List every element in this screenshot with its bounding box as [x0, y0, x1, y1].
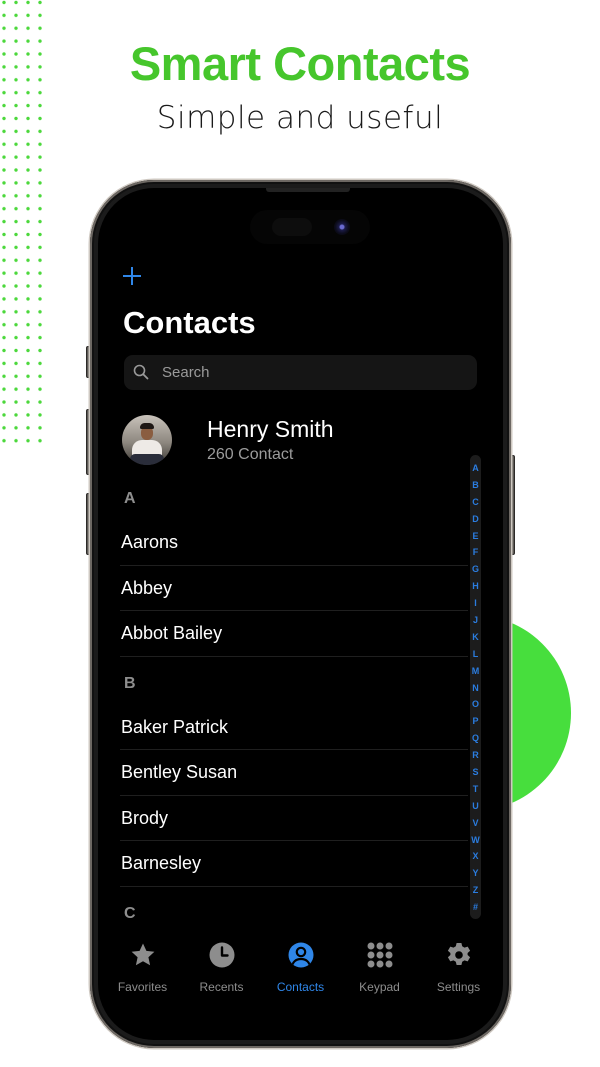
- index-letter[interactable]: M: [472, 663, 480, 680]
- index-letter[interactable]: Y: [472, 865, 478, 882]
- index-letter[interactable]: K: [472, 629, 479, 646]
- section-header-a: A: [124, 490, 136, 507]
- person-circle-icon: [288, 942, 313, 968]
- star-icon: [131, 943, 154, 966]
- index-letter[interactable]: H: [472, 578, 479, 595]
- index-letter[interactable]: P: [472, 713, 478, 730]
- section-header-b: B: [124, 674, 136, 692]
- list-item[interactable]: Barnesley: [120, 841, 468, 887]
- index-letter[interactable]: #: [473, 899, 478, 916]
- tab-settings[interactable]: Settings: [419, 936, 498, 1006]
- index-letter[interactable]: E: [472, 528, 478, 545]
- list-item[interactable]: Aarons: [120, 520, 468, 566]
- front-camera-icon: [334, 219, 350, 235]
- my-profile-card[interactable]: Henry Smith 260 Contact: [120, 413, 460, 469]
- index-letter[interactable]: Q: [472, 730, 479, 747]
- list-item[interactable]: Baker Patrick: [120, 705, 468, 750]
- index-letter[interactable]: J: [473, 612, 478, 629]
- contact-list: A Aarons Abbey Abbot Bailey B Baker Patr…: [120, 484, 468, 935]
- index-letter[interactable]: I: [474, 595, 477, 612]
- list-item[interactable]: Brody: [120, 796, 468, 841]
- dynamic-island: [250, 210, 370, 244]
- index-letter[interactable]: F: [473, 544, 479, 561]
- index-letter[interactable]: U: [472, 798, 479, 815]
- index-letter[interactable]: R: [472, 747, 479, 764]
- section-header-c: C: [124, 904, 136, 922]
- profile-name: Henry Smith: [207, 416, 334, 442]
- index-letter[interactable]: D: [472, 511, 479, 528]
- index-letter[interactable]: X: [472, 848, 478, 865]
- index-letter[interactable]: Z: [473, 882, 479, 899]
- index-letter[interactable]: C: [472, 494, 479, 511]
- promo-title: Smart Contacts: [129, 37, 471, 90]
- phone-power-button: [511, 455, 515, 555]
- tab-contacts[interactable]: Contacts: [261, 936, 340, 1006]
- index-letter[interactable]: V: [472, 815, 478, 832]
- add-contact-button[interactable]: [120, 264, 144, 288]
- tab-favorites[interactable]: Favorites: [103, 936, 182, 1006]
- index-letter[interactable]: G: [472, 561, 479, 578]
- tab-keypad[interactable]: Keypad: [340, 936, 419, 1006]
- alphabet-index-bar[interactable]: A B C D E F G H I J K L M N O P Q R S T U V W X Y Z #: [470, 455, 481, 919]
- index-letter[interactable]: O: [472, 696, 479, 713]
- index-letter[interactable]: W: [471, 832, 480, 849]
- search-input[interactable]: [162, 355, 462, 390]
- index-letter[interactable]: S: [472, 764, 478, 781]
- index-letter[interactable]: B: [472, 477, 479, 494]
- search-icon: [133, 364, 149, 380]
- index-letter[interactable]: T: [473, 781, 479, 798]
- list-item[interactable]: Abbot Bailey: [120, 611, 468, 657]
- face-id-sensor: [272, 218, 312, 236]
- clock-icon: [209, 942, 234, 968]
- contact-count: 260 Contact: [207, 446, 294, 463]
- list-item[interactable]: Bentley Susan: [120, 750, 468, 796]
- promo-subtitle: Simple and useful: [156, 100, 444, 136]
- gear-icon: [447, 943, 470, 965]
- page-title: Contacts: [123, 305, 256, 340]
- search-bar[interactable]: [124, 355, 477, 390]
- keypad-icon: [367, 942, 392, 968]
- phone-screen: Contacts Henry Smith 260 Contact A Aaron…: [98, 188, 503, 1040]
- list-item[interactable]: Abbey: [120, 566, 468, 611]
- index-letter[interactable]: L: [473, 646, 479, 663]
- index-letter[interactable]: N: [472, 680, 479, 697]
- phone-speaker: [266, 188, 350, 192]
- tab-bar: Favorites Recents Contacts Keypad Settin…: [98, 936, 503, 1006]
- tab-recents[interactable]: Recents: [182, 936, 261, 1006]
- avatar: [122, 415, 172, 465]
- index-letter[interactable]: A: [472, 460, 479, 477]
